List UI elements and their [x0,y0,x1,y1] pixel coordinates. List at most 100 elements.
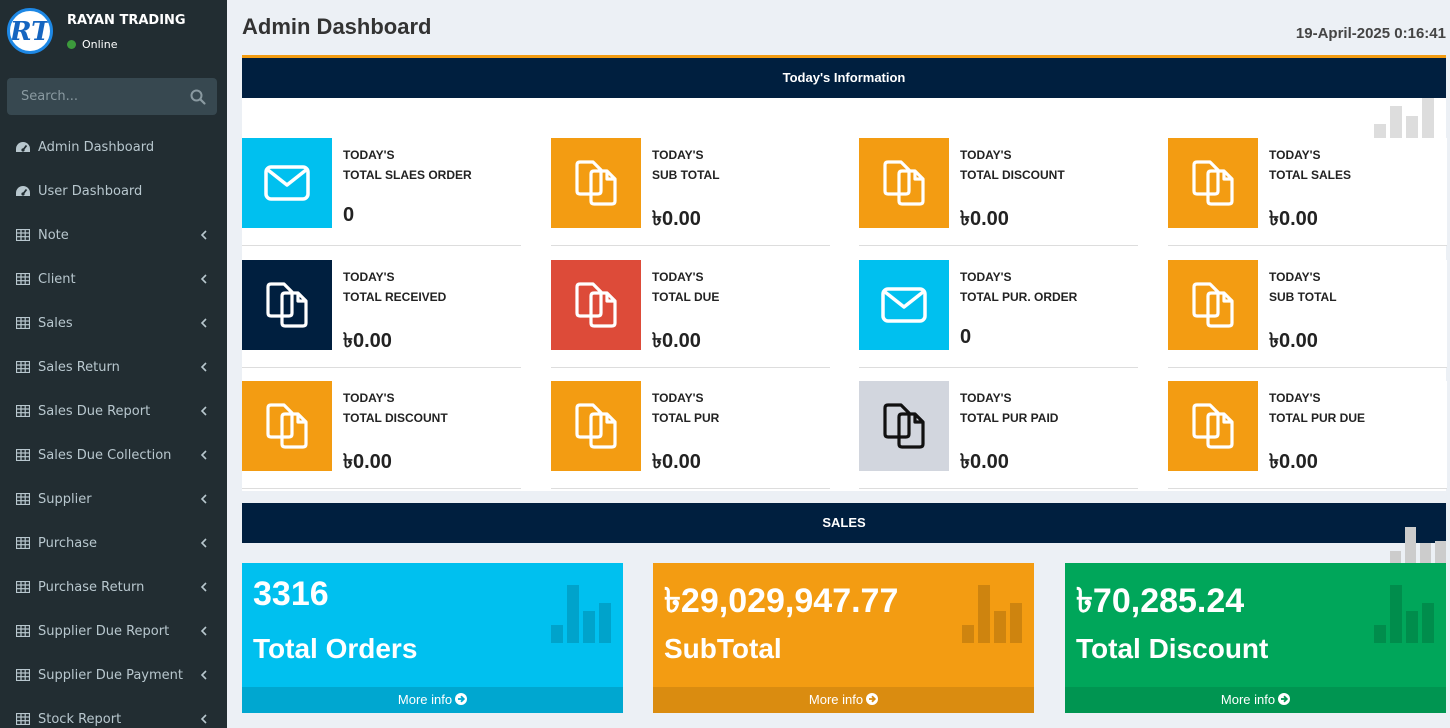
envelope-icon [859,260,949,350]
arrow-circle-right-icon [866,693,879,705]
sales-stat-value: ৳70,285.24 [1076,582,1245,620]
sidebar-item-label: Admin Dashboard [38,139,155,155]
sidebar-item-supplier-due-payment[interactable]: Supplier Due Payment [0,653,227,697]
info-box-label: TODAY'S [960,391,1012,405]
sidebar-item-label: Supplier Due Payment [38,667,183,683]
sidebar-item-purchase-return[interactable]: Purchase Return [0,565,227,609]
search-input[interactable] [7,78,182,115]
sales-stat-box: 3316 Total Orders More info [242,563,623,713]
online-status: Online [67,38,117,51]
table-icon [15,624,31,638]
info-box: TODAY'S TOTAL PUR ৳0.00 [551,381,830,489]
sidebar-menu: Admin Dashboard User Dashboard Note Client S… [0,125,227,728]
info-box: TODAY'S TOTAL PUR. ORDER 0 [859,260,1138,368]
info-box-value: ৳0.00 [1269,208,1318,230]
info-box: TODAY'S TOTAL DUE ৳0.00 [551,260,830,368]
info-box: TODAY'S SUB TOTAL ৳0.00 [551,138,830,246]
copy-icon [242,381,332,471]
sidebar-item-sales-due-collection[interactable]: Sales Due Collection [0,433,227,477]
datetime: 19-April-2025 0:16:41 [1295,25,1446,42]
info-box-title: TOTAL PUR DUE [1269,411,1366,425]
brand-logo: RT [7,8,53,54]
table-icon [15,272,31,286]
info-box-label: TODAY'S [343,148,395,162]
info-box-value: 0 [343,204,355,226]
sidebar-item-label: Supplier Due Report [38,623,170,639]
bar-chart-icon [962,585,1022,643]
page-title: Admin Dashboard [242,14,432,39]
sidebar-item-sales-due-report[interactable]: Sales Due Report [0,389,227,433]
info-box-label: TODAY'S [960,270,1012,284]
sales-stat-box: ৳70,285.24 Total Discount More info [1065,563,1446,713]
info-box: TODAY'S TOTAL RECEIVED ৳0.00 [242,260,521,368]
copy-icon [551,260,641,350]
info-box-value: ৳0.00 [960,208,1009,230]
sidebar-item-admin-dashboard[interactable]: Admin Dashboard [0,125,227,169]
sidebar-item-supplier[interactable]: Supplier [0,477,227,521]
sidebar-item-user-dashboard[interactable]: User Dashboard [0,169,227,213]
dashboard-icon [15,184,31,198]
copy-icon [1168,260,1258,350]
sidebar-item-client[interactable]: Client [0,257,227,301]
chevron-left-icon [199,449,209,461]
more-info-label: More info [1220,692,1276,707]
info-panel: TODAY'S TOTAL SLAES ORDER 0 TODAY'S SUB TOTA… [242,98,1447,491]
info-box-title: TOTAL SALES [1269,168,1352,182]
sales-header: SALES [242,503,1446,543]
sidebar-item-label: Sales Due Collection [38,447,172,463]
bar-chart-icon [551,585,611,643]
bar-chart-icon [1374,585,1434,643]
info-box-value: ৳0.00 [652,208,701,230]
envelope-icon [242,138,332,228]
sales-stat-label: Total Orders [253,633,418,664]
info-box-value: ৳0.00 [960,451,1009,473]
sidebar-item-label: Sales Return [38,359,120,375]
info-box-value: ৳0.00 [652,330,701,352]
copy-icon [1168,381,1258,471]
user-panel: RT RAYAN TRADING Online [0,0,227,70]
info-box: TODAY'S TOTAL SALES ৳0.00 [1168,138,1447,246]
arrow-circle-right-icon [1278,693,1291,705]
sidebar-item-label: Stock Report [38,711,122,727]
table-icon [15,536,31,550]
info-box-label: TODAY'S [1269,148,1321,162]
info-box-label: TODAY'S [1269,270,1321,284]
table-icon [15,404,31,418]
info-box-title: SUB TOTAL [1269,290,1337,304]
sidebar-item-supplier-due-report[interactable]: Supplier Due Report [0,609,227,653]
sidebar-item-stock-report[interactable]: Stock Report [0,697,227,728]
info-box: TODAY'S TOTAL PUR DUE ৳0.00 [1168,381,1447,489]
info-box-value: ৳0.00 [652,451,701,473]
table-icon [15,360,31,374]
chevron-left-icon [199,713,209,725]
info-box: TODAY'S TOTAL SLAES ORDER 0 [242,138,521,246]
sidebar-item-sales-return[interactable]: Sales Return [0,345,227,389]
info-box: TODAY'S SUB TOTAL ৳0.00 [1168,260,1447,368]
sidebar-item-label: Note [38,227,69,243]
search-icon[interactable] [189,88,207,106]
sidebar-search [7,78,217,115]
sidebar-item-purchase[interactable]: Purchase [0,521,227,565]
sidebar: RT RAYAN TRADING Online Admin Dashboard U… [0,0,227,728]
sidebar-item-label: Purchase [38,535,98,551]
sidebar-item-sales[interactable]: Sales [0,301,227,345]
more-info-link[interactable]: More info [1065,687,1446,713]
table-icon [15,580,31,594]
sales-stat-label: Total Discount [1076,633,1269,664]
chevron-left-icon [199,273,209,285]
sidebar-item-label: Supplier [38,491,92,507]
info-box-label: TODAY'S [960,148,1012,162]
more-info-link[interactable]: More info [653,687,1034,713]
sales-stat-value: 3316 [253,575,329,613]
info-box-title: TOTAL PUR. ORDER [960,290,1078,304]
bar-chart-icon [1390,527,1446,563]
copy-icon [1168,138,1258,228]
table-icon [15,712,31,726]
info-box-title: TOTAL RECEIVED [343,290,447,304]
status-text: Online [82,38,118,51]
chevron-left-icon [199,493,209,505]
more-info-link[interactable]: More info [242,687,623,713]
sidebar-item-note[interactable]: Note [0,213,227,257]
copy-icon [551,381,641,471]
info-box-label: TODAY'S [1269,391,1321,405]
